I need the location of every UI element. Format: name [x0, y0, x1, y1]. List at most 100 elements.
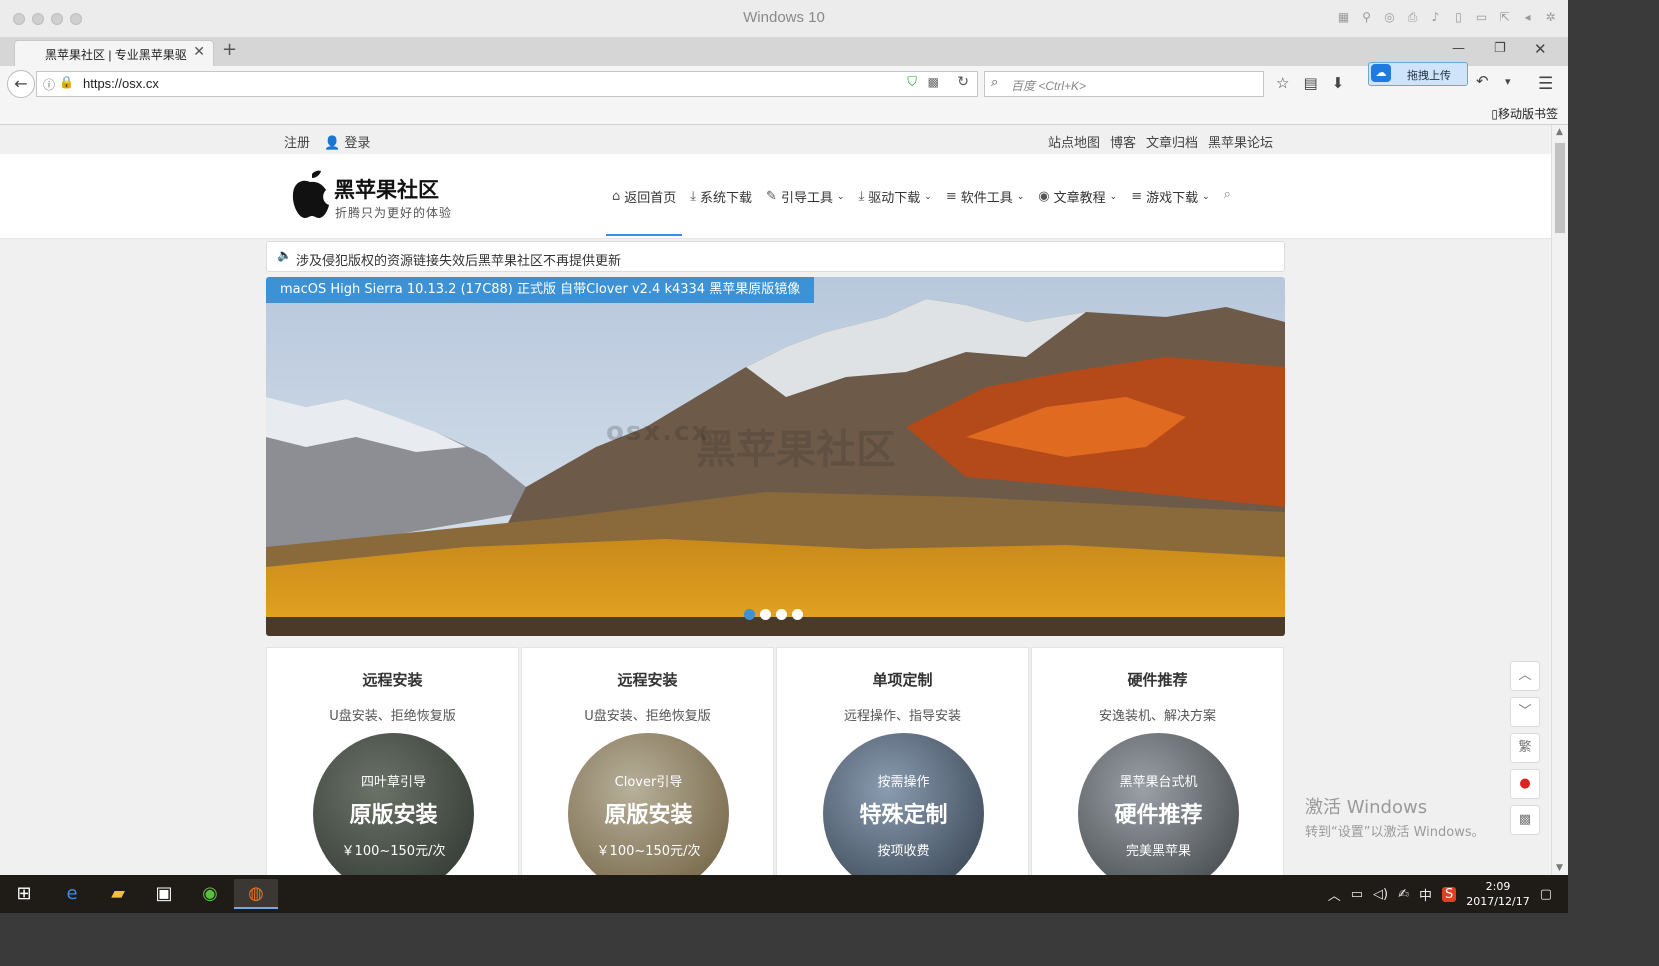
shield-icon[interactable]: ⛉	[907, 75, 917, 90]
card-circle-image[interactable]: 按需操作 特殊定制 按项收费	[823, 733, 984, 875]
pen-icon[interactable]: ✍	[1398, 887, 1409, 902]
activation-watermark: 激活 Windows 转到“设置”以激活 Windows。	[1305, 793, 1485, 840]
minimize-window-icon[interactable]: —	[1452, 41, 1465, 56]
slider-dot[interactable]	[760, 609, 771, 620]
page-scrollbar[interactable]: ▲ ▼	[1551, 125, 1568, 875]
close-window-icon[interactable]: ✕	[1534, 40, 1547, 58]
notification-icon[interactable]: ▢	[1540, 887, 1552, 902]
notice-bar: 🔈 涉及侵犯版权的资源链接失效后黑苹果社区不再提供更新	[266, 241, 1285, 272]
star-icon[interactable]: ☆	[1276, 74, 1289, 92]
site-header: 黑苹果社区 折腾只为更好的体验 ⌂ 返回首页 ⤓ 系统下载 ✎ 引导工具 ⌄ ⤓ 驱动下载…	[0, 154, 1551, 239]
keyboard-icon[interactable]: ▦	[1336, 10, 1351, 25]
card-circle-image[interactable]: 四叶草引导 原版安装 ￥100~150元/次	[313, 733, 474, 875]
nav-game-download[interactable]: ≡ 游戏下载 ⌄	[1131, 187, 1209, 206]
blog-link[interactable]: 博客	[1110, 132, 1136, 151]
qr-code-icon[interactable]: ▩	[928, 75, 939, 89]
chevron-up-icon[interactable]: ︿	[1328, 885, 1341, 904]
screen-icon[interactable]: ▭	[1474, 10, 1489, 25]
nav-label: 系统下载	[700, 191, 753, 206]
chevron-down-icon: ⌄	[924, 191, 932, 202]
360-browser-icon[interactable]: ◉	[188, 879, 232, 909]
search-box[interactable]: ⌕ 百度 <Ctrl+K>	[984, 71, 1264, 97]
card-circle-image[interactable]: Clover引导 原版安装 ￥100~150元/次	[568, 733, 729, 875]
search-placeholder: 百度 <Ctrl+K>	[1011, 79, 1087, 93]
traditional-chinese-button[interactable]: 繁	[1510, 733, 1540, 763]
file-explorer-icon[interactable]: ▰	[96, 879, 140, 909]
card-circle-image[interactable]: 黑苹果台式机 硬件推荐 完美黑苹果	[1078, 733, 1239, 875]
store-icon[interactable]: ▣	[142, 879, 186, 909]
search-icon[interactable]: ⌕	[1224, 187, 1231, 206]
hamburger-menu-icon[interactable]: ☰	[1538, 74, 1553, 94]
share-icon[interactable]: ⇱	[1497, 10, 1512, 25]
new-tab-icon[interactable]: +	[222, 39, 237, 60]
back-icon[interactable]: ◂	[1520, 10, 1535, 25]
sound-icon[interactable]: ♪	[1428, 10, 1443, 25]
chevron-down-icon[interactable]: ▾	[1505, 75, 1511, 88]
nav-system-download[interactable]: ⤓ 系统下载	[690, 187, 752, 206]
hero-slider[interactable]: osx.cx 黑苹果社区 macOS High Sierra 10.13.2 (…	[266, 277, 1285, 636]
mobile-bookmarks[interactable]: ▯移动版书签	[1491, 105, 1558, 122]
service-card[interactable]: 远程安装 U盘安装、拒绝恢复版 四叶草引导 原版安装 ￥100~150元/次	[266, 647, 519, 875]
info-icon[interactable]: ⓘ	[43, 76, 55, 93]
address-bar[interactable]: ⓘ 🔒 https://osx.cx ⛉ ▩ ↻	[36, 71, 978, 97]
firefox-icon[interactable]: ◍	[234, 879, 278, 909]
circle-price-text: ￥100~150元/次	[341, 844, 446, 859]
qr-code-icon[interactable]: ▩	[1510, 805, 1540, 835]
card-title: 单项定制	[872, 671, 933, 689]
qq-icon[interactable]: ●	[1510, 769, 1540, 799]
gear-icon[interactable]: ✲	[1543, 10, 1558, 25]
network-icon[interactable]: ▭	[1351, 887, 1363, 902]
service-card[interactable]: 远程安装 U盘安装、拒绝恢复版 Clover引导 原版安装 ￥100~150元/…	[521, 647, 774, 875]
nav-tutorials[interactable]: ◉ 文章教程 ⌄	[1038, 187, 1117, 206]
close-tab-icon[interactable]: ✕	[193, 44, 205, 60]
nav-home[interactable]: ⌂ 返回首页	[605, 187, 683, 236]
reader-icon[interactable]: ▤	[1303, 74, 1317, 92]
slider-dot[interactable]	[792, 609, 803, 620]
undo-icon[interactable]: ↶	[1476, 72, 1489, 90]
register-link[interactable]: 注册	[284, 132, 310, 151]
back-button[interactable]: ←	[7, 70, 35, 98]
circle-top-text: Clover引导	[614, 775, 683, 790]
printer-icon[interactable]: ⎙	[1405, 10, 1420, 25]
tablet-icon[interactable]: ▯	[1451, 10, 1466, 25]
scroll-down-button[interactable]: ﹀	[1510, 697, 1540, 727]
slide-caption[interactable]: macOS High Sierra 10.13.2 (17C88) 正式版 自带…	[266, 277, 815, 303]
search-icon: ⌕	[991, 75, 999, 90]
watermark-domain: osx.cx	[606, 417, 711, 447]
reload-icon[interactable]: ↻	[957, 74, 969, 90]
nav-software-tools[interactable]: ≡ 软件工具 ⌄	[946, 187, 1024, 206]
nav-driver-download[interactable]: ⤓ 驱动下载 ⌄	[859, 187, 932, 206]
usb-icon[interactable]: ⚲	[1359, 10, 1374, 25]
cd-icon[interactable]: ◎	[1382, 10, 1397, 25]
site-name[interactable]: 黑苹果社区	[334, 174, 439, 204]
slider-dot[interactable]	[744, 609, 755, 620]
notice-text[interactable]: 涉及侵犯版权的资源链接失效后黑苹果社区不再提供更新	[296, 250, 621, 269]
speaker-icon: 🔈	[277, 248, 292, 262]
scroll-up-arrow-icon[interactable]: ▲	[1556, 127, 1563, 137]
url-text[interactable]: https://osx.cx	[83, 76, 159, 91]
apple-logo-icon[interactable]	[290, 170, 330, 220]
list-icon: ≡	[945, 189, 957, 204]
forum-link[interactable]: 黑苹果论坛	[1208, 132, 1273, 151]
nav-boot-tools[interactable]: ✎ 引导工具 ⌄	[766, 187, 844, 206]
volume-icon[interactable]: ◁)	[1373, 887, 1388, 902]
restore-window-icon[interactable]: ❐	[1494, 41, 1506, 56]
drag-upload-widget[interactable]: ☁ 拖拽上传	[1368, 62, 1468, 86]
sogou-icon[interactable]: S	[1442, 886, 1457, 902]
service-card[interactable]: 单项定制 远程操作、指导安装 按需操作 特殊定制 按项收费	[776, 647, 1029, 875]
card-subtitle: U盘安装、拒绝恢复版	[584, 709, 711, 724]
service-card[interactable]: 硬件推荐 安逸装机、解决方案 黑苹果台式机 硬件推荐 完美黑苹果	[1031, 647, 1284, 875]
sitemap-link[interactable]: 站点地图	[1048, 132, 1100, 151]
login-link[interactable]: 👤 登录	[324, 132, 370, 151]
scroll-down-arrow-icon[interactable]: ▼	[1556, 863, 1563, 873]
ime-indicator[interactable]: 中	[1419, 885, 1432, 904]
slider-dot[interactable]	[776, 609, 787, 620]
windows-start-icon[interactable]: ⊞	[2, 879, 46, 909]
browser-tab[interactable]: 黑苹果社区 | 专业黑苹果驱 ✕	[14, 40, 214, 66]
clock[interactable]: 2:09 2017/12/17	[1466, 879, 1529, 909]
scroll-up-button[interactable]: ︿	[1510, 661, 1540, 691]
archive-link[interactable]: 文章归档	[1146, 132, 1198, 151]
download-arrow-icon[interactable]: ⬇	[1332, 74, 1345, 92]
edge-browser-icon[interactable]: e	[50, 879, 94, 909]
scrollbar-thumb[interactable]	[1555, 143, 1565, 233]
